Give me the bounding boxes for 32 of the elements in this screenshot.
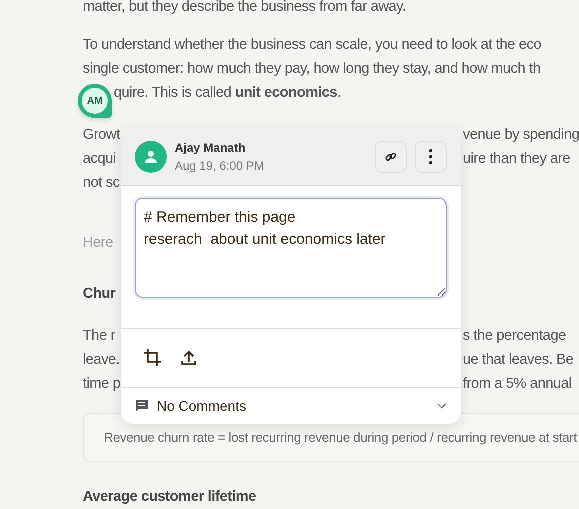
paragraph-text: The r bbox=[83, 327, 116, 346]
paragraph-text: acqui bbox=[83, 150, 116, 169]
paragraph-text: from a 5% annual bbox=[463, 375, 572, 394]
paragraph-text: s the percentage bbox=[463, 327, 566, 346]
comments-toggle[interactable]: No Comments bbox=[121, 387, 461, 424]
section-heading: Average customer lifetime bbox=[83, 488, 256, 507]
more-icon bbox=[429, 148, 433, 164]
note-time: Aug 19, 6:00 PM bbox=[175, 158, 266, 174]
crop-icon bbox=[143, 348, 163, 368]
upload-icon bbox=[181, 350, 197, 366]
upload-button[interactable] bbox=[181, 350, 197, 366]
note-field[interactable]: # Remember this page reserach about unit economics later bbox=[135, 198, 447, 298]
paragraph-text: time p bbox=[83, 375, 121, 394]
crop-button[interactable] bbox=[143, 348, 163, 368]
author-name: Ajay Manath bbox=[175, 140, 247, 156]
paragraph-text: leave. bbox=[83, 351, 120, 370]
paragraph-text: venue by spending bbox=[463, 126, 579, 145]
comment-icon bbox=[135, 399, 149, 413]
paragraph-text: single customer: how much they pay, how long they stay, and how much th bbox=[83, 60, 541, 79]
paragraph-text: To understand whether the business can scale, you need to look at the eco bbox=[83, 36, 542, 55]
paragraph-text: uire than they are bbox=[463, 150, 570, 169]
section-heading: Chur bbox=[83, 285, 116, 304]
link-icon bbox=[385, 150, 397, 162]
paragraph-text: not sc bbox=[83, 174, 120, 193]
avatar-icon bbox=[135, 140, 167, 172]
paragraph-text: Growt bbox=[83, 126, 120, 145]
paragraph-text: matter, but they describe the business from far away. bbox=[83, 0, 406, 15]
paragraph-text: quire. This is called unit economics. bbox=[114, 84, 342, 103]
paragraph-text: Here bbox=[83, 234, 114, 253]
paragraph-text: ue that leaves. Be bbox=[463, 351, 574, 370]
more-button[interactable] bbox=[415, 140, 447, 172]
link-button[interactable] bbox=[375, 140, 407, 172]
